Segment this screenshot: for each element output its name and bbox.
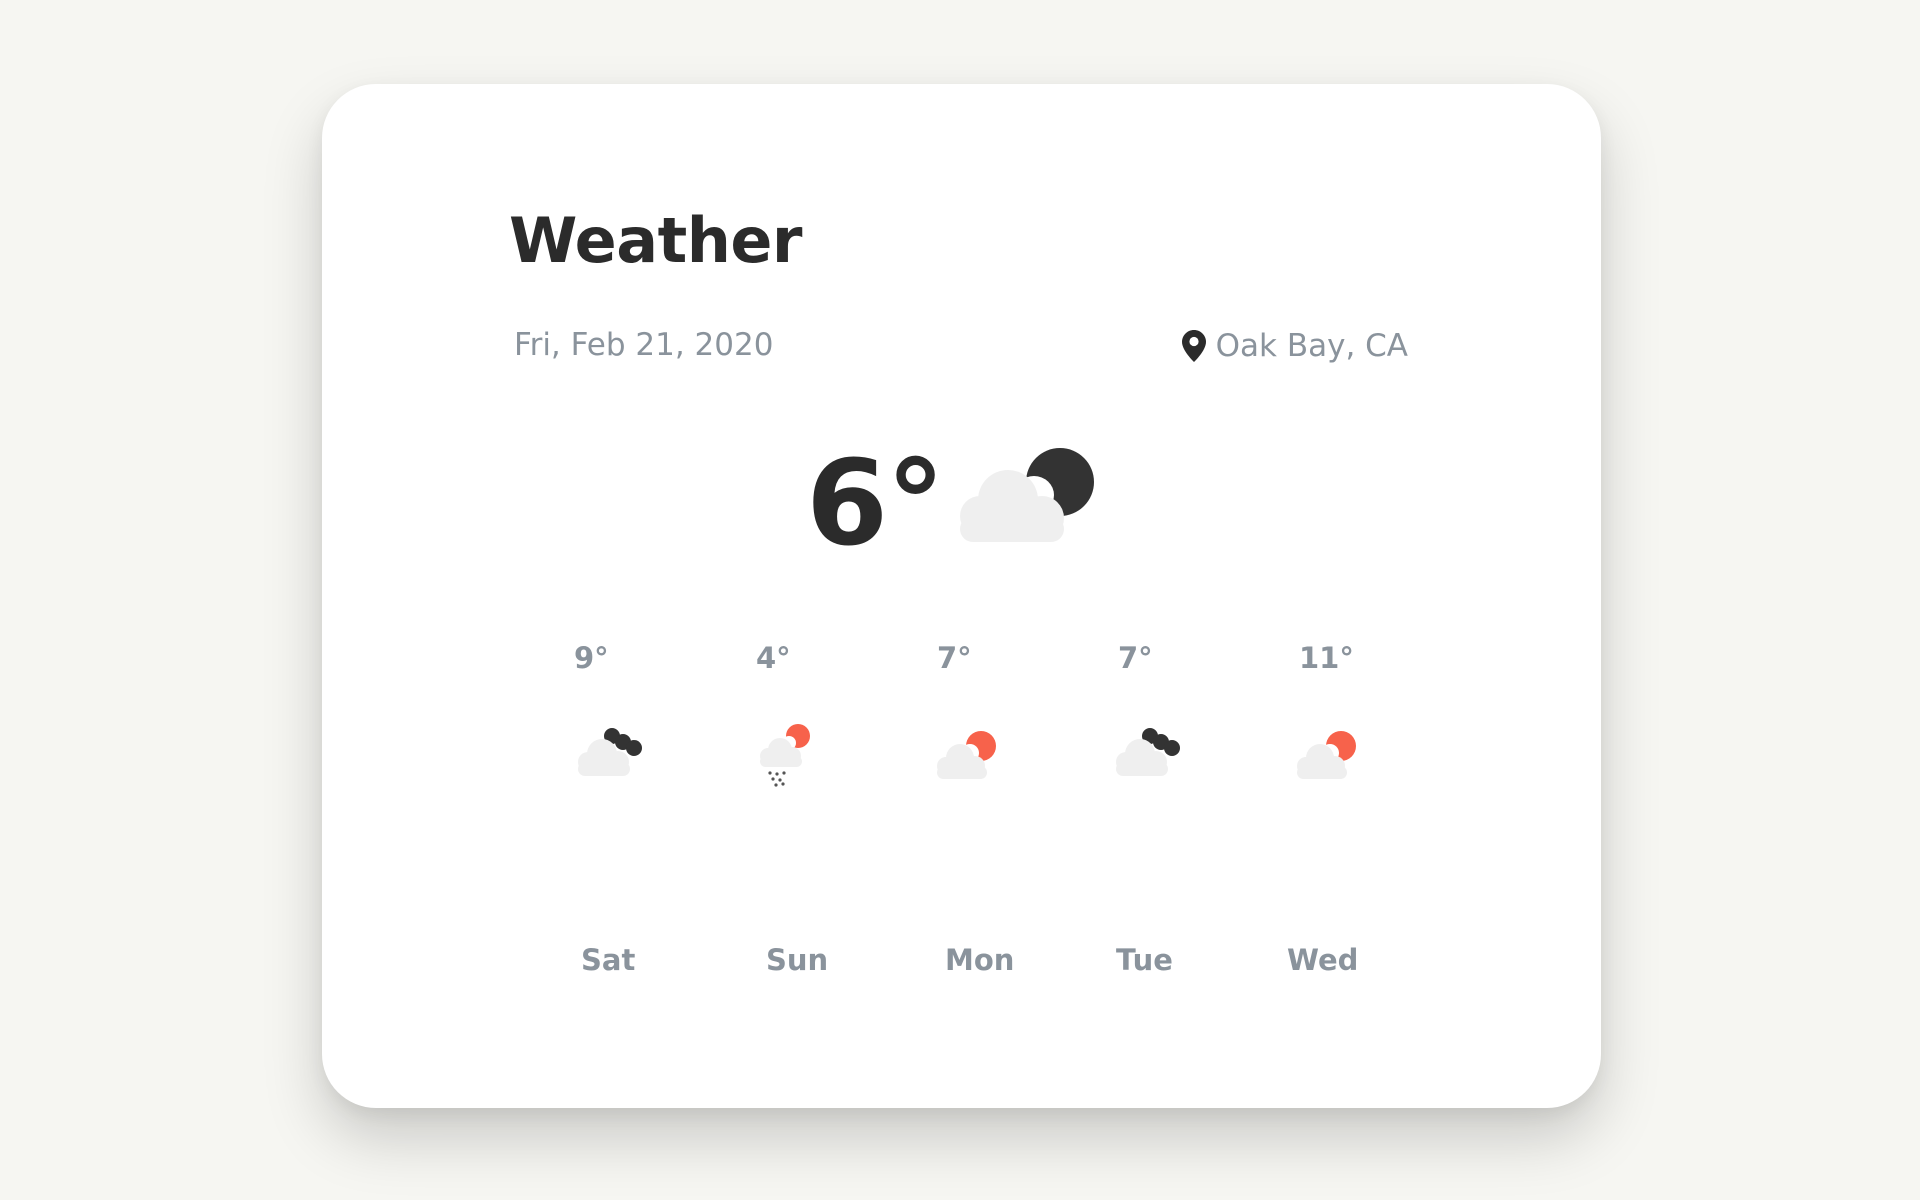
forecast-temp: 4° — [756, 641, 791, 675]
cloud-dark-moon-icon — [1106, 722, 1186, 786]
cloud-sun-icon — [1287, 722, 1367, 786]
page-title: Weather — [509, 204, 802, 277]
current-date: Fri, Feb 21, 2020 — [514, 327, 774, 363]
forecast-day-name: Sat — [581, 943, 636, 977]
forecast-day-name: Wed — [1287, 943, 1359, 977]
forecast-day: 4° Sun — [756, 641, 896, 975]
cloud-dark-moon-icon — [568, 722, 648, 786]
location-label: Oak Bay, CA — [1215, 327, 1408, 364]
forecast-day-name: Sun — [766, 943, 829, 977]
forecast-day-name: Mon — [945, 943, 1015, 977]
forecast-temp: 7° — [1118, 641, 1153, 675]
cloud-moon-icon — [950, 444, 1100, 548]
forecast-day-name: Tue — [1116, 943, 1173, 977]
forecast-day: 9° Sat — [574, 641, 714, 975]
cloud-sun-icon — [927, 722, 1007, 786]
forecast-temp: 9° — [574, 641, 609, 675]
weather-card: Weather Fri, Feb 21, 2020 Oak Bay, CA 6° — [322, 84, 1601, 1108]
current-temperature: 6° — [806, 434, 945, 572]
forecast-temp: 7° — [937, 641, 972, 675]
forecast-day: 7° Mon — [937, 641, 1077, 975]
cloud-sun-snow-icon — [748, 722, 828, 796]
current-conditions: 6° — [322, 444, 1601, 584]
forecast-day: 11° Wed — [1287, 641, 1439, 975]
forecast-day: 7° Tue — [1116, 641, 1258, 975]
forecast-temp: 11° — [1299, 641, 1354, 675]
location: Oak Bay, CA — [1181, 327, 1408, 364]
forecast: 9° Sat 4° Sun 7° Mon 7° Tue 11° Wed — [322, 644, 1601, 1004]
map-pin-icon — [1181, 330, 1206, 362]
